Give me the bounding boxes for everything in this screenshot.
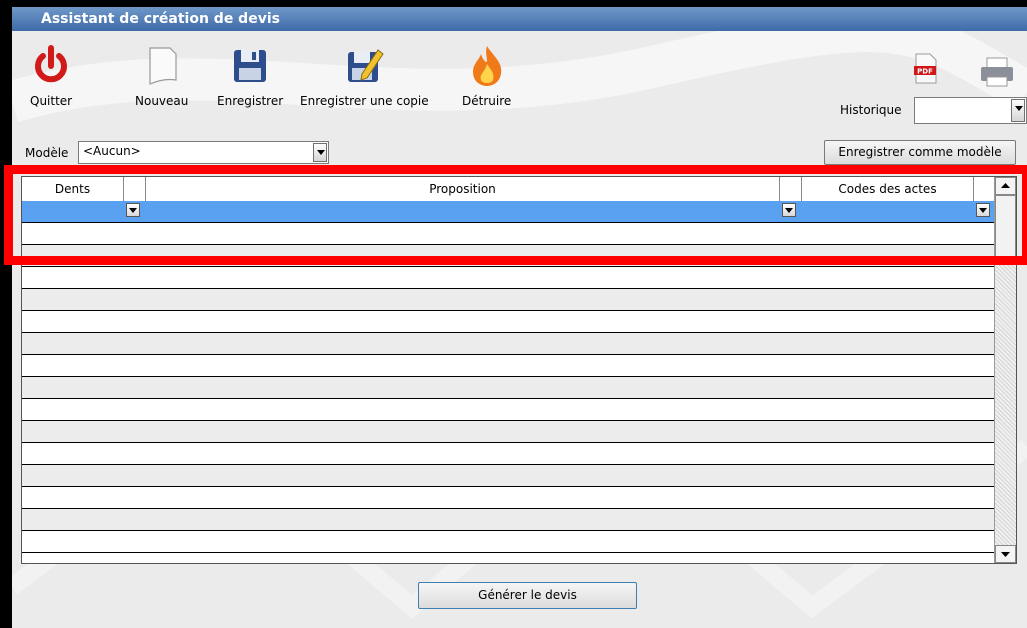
floppy-disk-icon <box>230 44 270 88</box>
floppy-pencil-icon <box>344 44 384 88</box>
new-label: Nouveau <box>135 94 189 108</box>
fire-icon <box>467 44 507 88</box>
model-select[interactable]: <Aucun> <box>78 141 329 164</box>
table-row[interactable] <box>22 289 994 311</box>
generate-quote-button[interactable]: Générer le devis <box>418 582 637 609</box>
new-button[interactable]: Nouveau <box>135 44 188 108</box>
pdf-icon: PDF <box>914 53 937 84</box>
power-icon <box>31 44 71 88</box>
table-row[interactable] <box>22 201 994 223</box>
column-header-dents[interactable]: Dents <box>22 177 124 201</box>
scroll-down-button[interactable] <box>995 545 1016 563</box>
pdf-badge-text: PDF <box>917 68 933 76</box>
table-row[interactable] <box>22 421 994 443</box>
proposals-grid: Dents Proposition Codes des actes <box>21 176 1017 564</box>
scroll-up-button[interactable] <box>995 177 1016 195</box>
column-header-proposition[interactable]: Proposition <box>146 177 780 201</box>
table-row[interactable] <box>22 377 994 399</box>
chevron-up-icon <box>1001 183 1010 188</box>
pdf-export-button[interactable]: PDF <box>912 53 940 88</box>
table-row[interactable] <box>22 443 994 465</box>
scroll-thumb[interactable] <box>995 195 1016 259</box>
table-row[interactable] <box>22 465 994 487</box>
save-copy-button[interactable]: Enregistrer une copie <box>300 44 429 108</box>
column-header-spacer <box>974 177 994 201</box>
column-header-codes[interactable]: Codes des actes <box>802 177 974 201</box>
chevron-down-icon[interactable] <box>313 143 327 162</box>
destroy-label: Détruire <box>462 94 512 108</box>
table-row[interactable] <box>22 355 994 377</box>
chevron-down-icon[interactable] <box>126 203 140 217</box>
table-row[interactable] <box>22 509 994 531</box>
history-label: Historique <box>840 103 902 117</box>
save-copy-label: Enregistrer une copie <box>300 94 429 108</box>
table-row[interactable] <box>22 531 994 553</box>
model-value: <Aucun> <box>83 144 141 158</box>
save-label: Enregistrer <box>217 94 284 108</box>
chevron-down-icon[interactable] <box>1011 99 1025 122</box>
chevron-down-icon <box>1001 552 1010 557</box>
quit-label: Quitter <box>30 94 73 108</box>
quit-button[interactable]: Quitter <box>30 44 72 108</box>
history-select[interactable] <box>914 97 1027 124</box>
blank-page-icon <box>142 44 182 88</box>
table-row[interactable] <box>22 399 994 421</box>
grid-header: Dents Proposition Codes des actes <box>22 177 994 202</box>
save-button[interactable]: Enregistrer <box>217 44 283 108</box>
destroy-button[interactable]: Détruire <box>462 44 511 108</box>
chevron-down-icon[interactable] <box>782 203 796 217</box>
vertical-scrollbar[interactable] <box>994 177 1016 563</box>
save-as-model-button[interactable]: Enregistrer comme modèle <box>824 140 1016 165</box>
window-title: Assistant de création de devis <box>12 7 1027 31</box>
quote-wizard-window: Assistant de création de devis Quitter N… <box>12 7 1027 628</box>
table-row[interactable] <box>22 487 994 509</box>
table-row[interactable] <box>22 245 994 267</box>
table-row[interactable] <box>22 311 994 333</box>
printer-icon <box>981 57 1013 87</box>
column-header-spacer <box>124 177 146 201</box>
table-row[interactable] <box>22 267 994 289</box>
print-button[interactable] <box>979 57 1015 90</box>
chevron-down-icon[interactable] <box>976 203 990 217</box>
column-header-spacer <box>780 177 802 201</box>
table-row[interactable] <box>22 333 994 355</box>
table-row[interactable] <box>22 223 994 245</box>
model-label: Modèle <box>25 146 69 160</box>
